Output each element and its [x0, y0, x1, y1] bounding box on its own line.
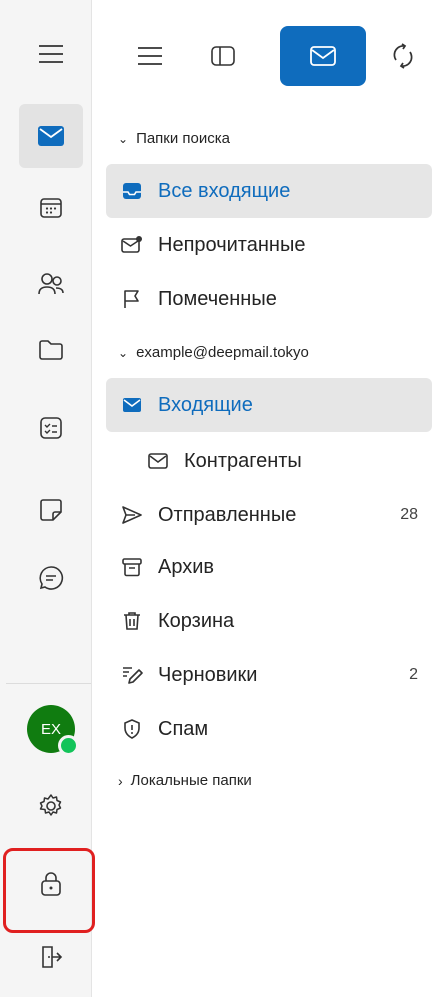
- folder-sent[interactable]: Отправленные 28: [106, 488, 432, 542]
- local-folders-header[interactable]: › Локальные папки: [118, 772, 252, 789]
- presence-status-icon: [58, 735, 79, 756]
- hamburger-menu-button[interactable]: [19, 22, 83, 86]
- settings-button[interactable]: [19, 774, 83, 838]
- folder-inbox[interactable]: Входящие: [106, 378, 432, 432]
- folder-label: Спам: [158, 717, 209, 740]
- highlight-box: [3, 848, 95, 933]
- folder-label: Помеченные: [158, 287, 277, 310]
- inbox-filled-icon: [112, 182, 152, 200]
- section-label: Папки поиска: [136, 130, 230, 147]
- unread-count: 28: [400, 506, 418, 523]
- folder-label: Все входящие: [158, 179, 291, 202]
- rail-calendar-button[interactable]: [19, 176, 83, 240]
- mail-icon: [310, 46, 336, 66]
- rail-notes-button[interactable]: [19, 478, 83, 542]
- chevron-down-icon: ⌄: [118, 131, 129, 146]
- folder-label: Черновики: [158, 663, 258, 686]
- hamburger-icon: [39, 45, 63, 63]
- sync-icon: [393, 43, 413, 69]
- chat-icon: [39, 566, 64, 590]
- send-icon: [112, 505, 152, 525]
- folder-kontragenty[interactable]: Контрагенты: [132, 434, 432, 488]
- folder-icon: [39, 340, 63, 360]
- mail-view-button[interactable]: [280, 26, 366, 86]
- flag-icon: [112, 289, 152, 309]
- mail-unread-icon: [112, 236, 152, 254]
- rail-chat-button[interactable]: [19, 546, 83, 610]
- hamburger-icon: [138, 47, 162, 65]
- mail-icon: [138, 453, 178, 469]
- archive-icon: [112, 557, 152, 577]
- folder-label: Входящие: [158, 393, 253, 416]
- draft-count: 2: [409, 666, 418, 683]
- section-label: Локальные папки: [130, 772, 252, 789]
- trash-icon: [112, 611, 152, 631]
- folder-label: Архив: [158, 555, 215, 578]
- folder-spam[interactable]: Спам: [106, 702, 432, 756]
- rail-mail-button[interactable]: [19, 104, 83, 168]
- folder-label: Отправленные: [158, 503, 297, 526]
- inbox-filled-icon: [112, 397, 152, 413]
- people-icon: [38, 273, 64, 295]
- avatar-initials: EX: [40, 720, 61, 738]
- rail-people-button[interactable]: [19, 252, 83, 316]
- shield-icon: [112, 719, 152, 739]
- folder-drafts[interactable]: Черновики 2: [106, 648, 432, 702]
- sticky-note-icon: [40, 499, 62, 521]
- rail-todo-button[interactable]: [19, 396, 83, 460]
- mail-filled-icon: [38, 126, 64, 146]
- sync-button[interactable]: [380, 26, 426, 86]
- folder-label: Корзина: [158, 609, 235, 632]
- folder-unread[interactable]: Непрочитанные: [106, 218, 432, 272]
- folder-label: Контрагенты: [184, 449, 302, 472]
- folder-flagged[interactable]: Помеченные: [106, 272, 432, 326]
- account-header[interactable]: ⌄ example@deepmail.tokyo: [118, 344, 309, 361]
- gear-icon: [39, 794, 62, 816]
- chevron-right-icon: ›: [118, 772, 123, 789]
- chevron-down-icon: ⌄: [118, 345, 129, 360]
- rail-divider: [6, 683, 91, 684]
- calendar-icon: [40, 198, 62, 218]
- draft-pen-icon: [112, 665, 152, 685]
- account-email: example@deepmail.tokyo: [136, 344, 309, 361]
- rail-files-button[interactable]: [19, 318, 83, 382]
- tasks-icon: [40, 417, 62, 439]
- folder-trash[interactable]: Корзина: [106, 594, 432, 648]
- avatar[interactable]: EX: [27, 705, 79, 756]
- sign-out-icon: [42, 946, 63, 968]
- folder-all-inbox[interactable]: Все входящие: [106, 164, 432, 218]
- reading-pane-toggle-button[interactable]: [196, 26, 250, 86]
- search-folders-header[interactable]: ⌄ Папки поиска: [118, 130, 230, 147]
- folder-archive[interactable]: Архив: [106, 540, 432, 594]
- panel-icon: [211, 46, 235, 66]
- folder-label: Непрочитанные: [158, 233, 306, 256]
- folder-pane-menu-button[interactable]: [124, 26, 176, 86]
- sign-out-button[interactable]: [19, 925, 83, 989]
